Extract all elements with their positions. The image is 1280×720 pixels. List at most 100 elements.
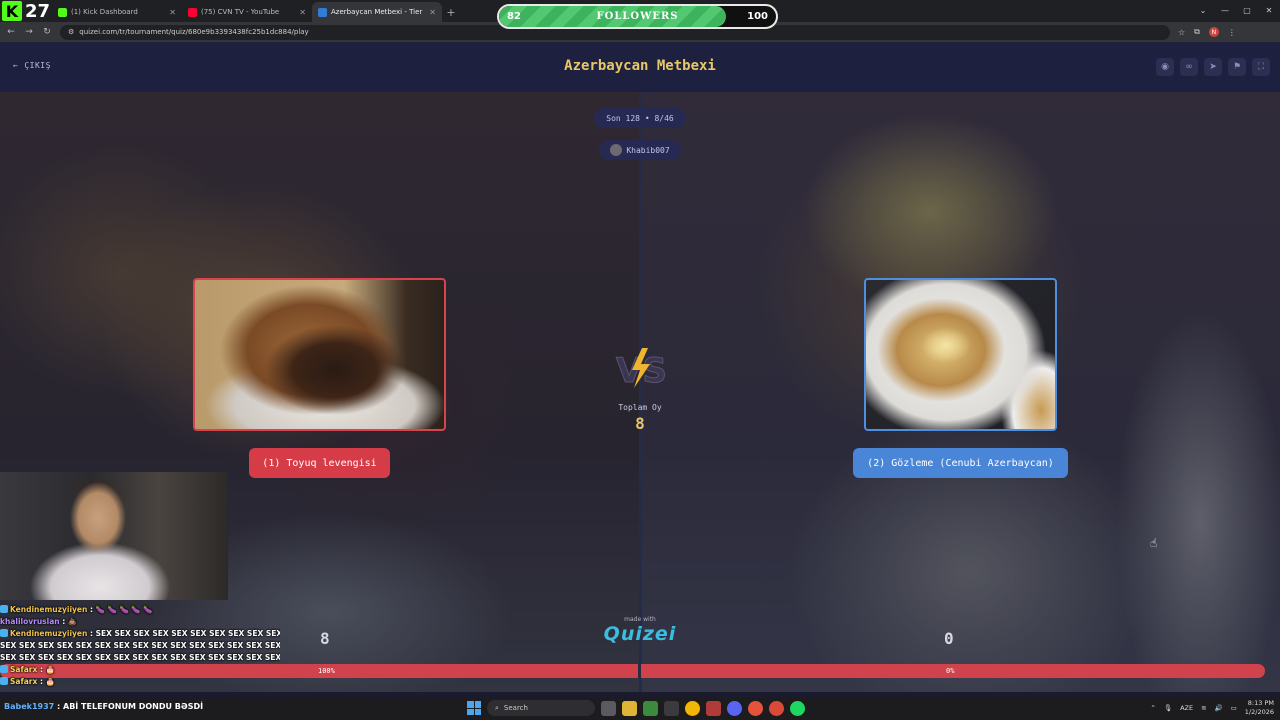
kick-counter: 27 (25, 1, 51, 22)
chat-last-message: Babek1937 : ABİ TELEFONUM DONDU BƏSDİ (4, 702, 203, 711)
screen: (1) Kick Dashboard ✕ (75) CVN TV - YouTu… (0, 0, 1280, 720)
tab-quizei[interactable]: Azerbaycan Metbexi - Tier List ✕ (312, 2, 442, 22)
made-with-label: made with (624, 616, 656, 623)
windows-taskbar: Babek1937 : ABİ TELEFONUM DONDU BƏSDİ ⌕ … (0, 697, 1280, 720)
chat-text: : SEX SEX SEX SEX SEX SEX SEX SEX SEX SE… (87, 629, 280, 638)
close-tab-icon[interactable]: ✕ (429, 8, 436, 17)
language-indicator[interactable]: AZE (1180, 704, 1193, 712)
tab-youtube[interactable]: (75) CVN TV - YouTube ✕ (182, 2, 312, 22)
store-icon[interactable] (664, 700, 679, 716)
followers-label: FOLLOWERS (596, 11, 679, 22)
tab-kick-dashboard[interactable]: (1) Kick Dashboard ✕ (52, 2, 182, 22)
minimize-icon[interactable]: — (1214, 0, 1236, 20)
choice-1-votes: 8 (320, 629, 330, 648)
taskbar-apps: ⌕ Search (467, 700, 805, 716)
app-header: ← ÇIKIŞ Azerbaycan Metbexi ◉ ∞ ➤ ⚑ ⛶ (0, 42, 1280, 92)
chrome-icon[interactable] (685, 700, 700, 716)
user-badge: Khabib007 (599, 140, 681, 160)
close-tab-icon[interactable]: ✕ (169, 8, 176, 17)
reload-icon[interactable]: ↻ (42, 27, 52, 37)
clock-time: 8:13 PM (1247, 699, 1274, 707)
round-badge: Son 128 • 8/46 (594, 108, 686, 128)
close-window-icon[interactable]: ✕ (1258, 0, 1280, 20)
stream-chat: Kendinemuzyiiyen : 🍆 🍆 🍆 🍆 🍆 khalilovrusl… (0, 604, 280, 688)
maximize-icon[interactable]: ▢ (1236, 0, 1258, 20)
chat-user: Babek1937 (4, 702, 55, 711)
quizei-favicon-icon (318, 7, 327, 17)
flag-icon[interactable]: ⚑ (1228, 58, 1246, 76)
chat-username[interactable]: Safarx (10, 665, 37, 674)
chat-message-row: Kendinemuzyiiyen : 🍆 🍆 🍆 🍆 🍆 (0, 604, 280, 616)
total-votes-value: 8 (635, 414, 645, 433)
site-info-icon[interactable]: ⚙ (68, 28, 74, 36)
chat-username[interactable]: khalilovruslan (0, 617, 60, 626)
app-icon[interactable] (769, 700, 784, 716)
vs-icon: VS (616, 348, 667, 390)
center-divider (639, 92, 642, 692)
chat-text: : 🎂 (37, 665, 55, 674)
mic-icon[interactable]: 🎙 (1164, 704, 1172, 712)
choice-2-image[interactable] (864, 278, 1057, 431)
chat-message-row: Kendinemuzyiiyen : SEX SEX SEX SEX SEX S… (0, 628, 280, 640)
task-view-icon[interactable] (601, 700, 616, 716)
back-icon[interactable]: ← (6, 27, 16, 37)
header-tools: ◉ ∞ ➤ ⚑ ⛶ (1156, 58, 1270, 76)
search-placeholder: Search (503, 704, 528, 712)
discord-icon[interactable] (727, 700, 742, 716)
tab-search-icon[interactable]: ⌄ (1192, 0, 1214, 20)
new-tab-button[interactable]: + (442, 2, 460, 22)
battery-icon[interactable]: ▭ (1231, 704, 1237, 712)
tab-title: (1) Kick Dashboard (71, 8, 138, 16)
chat-username[interactable]: Kendinemuzyiiyen (10, 605, 87, 614)
url-text: quizei.com/tr/tournament/quiz/680e9b3393… (79, 28, 309, 36)
quizei-logo[interactable]: Quizei (598, 623, 682, 645)
search-icon: ⌕ (495, 703, 499, 712)
fullscreen-icon[interactable]: ⛶ (1252, 58, 1270, 76)
choice-2-button[interactable]: (2) Gözleme (Cenubi Azerbaycan) (853, 448, 1068, 478)
app-icon[interactable] (706, 700, 721, 716)
choice-2-votes: 0 (944, 629, 954, 648)
kick-favicon-icon (58, 7, 67, 17)
app-icon[interactable] (643, 700, 658, 716)
windows-start-icon[interactable] (467, 701, 481, 715)
followers-goal: 100 (747, 11, 768, 22)
choice-1-image[interactable] (193, 278, 446, 431)
file-explorer-icon[interactable] (622, 700, 637, 716)
chat-username[interactable]: Kendinemuzyiiyen (10, 629, 87, 638)
eye-icon[interactable]: ◉ (1156, 58, 1174, 76)
tab-title: (75) CVN TV - YouTube (201, 8, 280, 16)
wifi-icon[interactable]: ≋ (1201, 704, 1206, 712)
chat-username[interactable]: Safarx (10, 677, 37, 686)
volume-icon[interactable]: 🔊 (1215, 704, 1223, 712)
chat-text: : 🎂 (37, 677, 55, 686)
spotify-icon[interactable] (790, 700, 805, 716)
kick-logo: K (2, 1, 22, 21)
link-icon[interactable]: ∞ (1180, 58, 1198, 76)
send-icon[interactable]: ➤ (1204, 58, 1222, 76)
extensions-icon[interactable]: ⧉ (1194, 27, 1200, 37)
forward-icon[interactable]: → (24, 27, 34, 37)
total-votes-label: Toplam Oy (618, 403, 662, 412)
extensions-area: ☆ ⧉ N ⋮ (1178, 27, 1236, 37)
chat-message: : ABİ TELEFONUM DONDU BƏSDİ (54, 702, 204, 711)
page-title: Azerbaycan Metbexi (564, 58, 716, 74)
vote-bar-divider (638, 664, 641, 678)
chat-message-row: Safarx : 🎂 (0, 664, 280, 676)
profile-avatar[interactable]: N (1208, 27, 1219, 37)
webcam-feed (0, 472, 228, 600)
chat-message-row: khalilovruslan : 💩 (0, 616, 280, 628)
window-controls: ⌄ — ▢ ✕ (1192, 0, 1280, 20)
followers-goal-bar: 82 FOLLOWERS 100 (497, 4, 778, 29)
chat-text: SEX SEX SEX SEX SEX SEX SEX SEX SEX SEX … (0, 641, 280, 650)
choice-1-button[interactable]: (1) Toyuq levengisi (249, 448, 390, 478)
clock[interactable]: 8:13 PM 1/2/2026 (1245, 699, 1274, 717)
chrome-active-icon[interactable] (748, 700, 763, 716)
chevron-up-icon[interactable]: ⌃ (1150, 704, 1155, 712)
close-tab-icon[interactable]: ✕ (299, 8, 306, 17)
tab-title: Azerbaycan Metbexi - Tier List (331, 8, 425, 16)
chat-badge-icon (0, 665, 8, 673)
bookmark-star-icon[interactable]: ☆ (1178, 28, 1185, 37)
taskbar-search[interactable]: ⌕ Search (487, 700, 595, 716)
chat-badge-icon (0, 605, 8, 613)
menu-icon[interactable]: ⋮ (1228, 28, 1236, 37)
